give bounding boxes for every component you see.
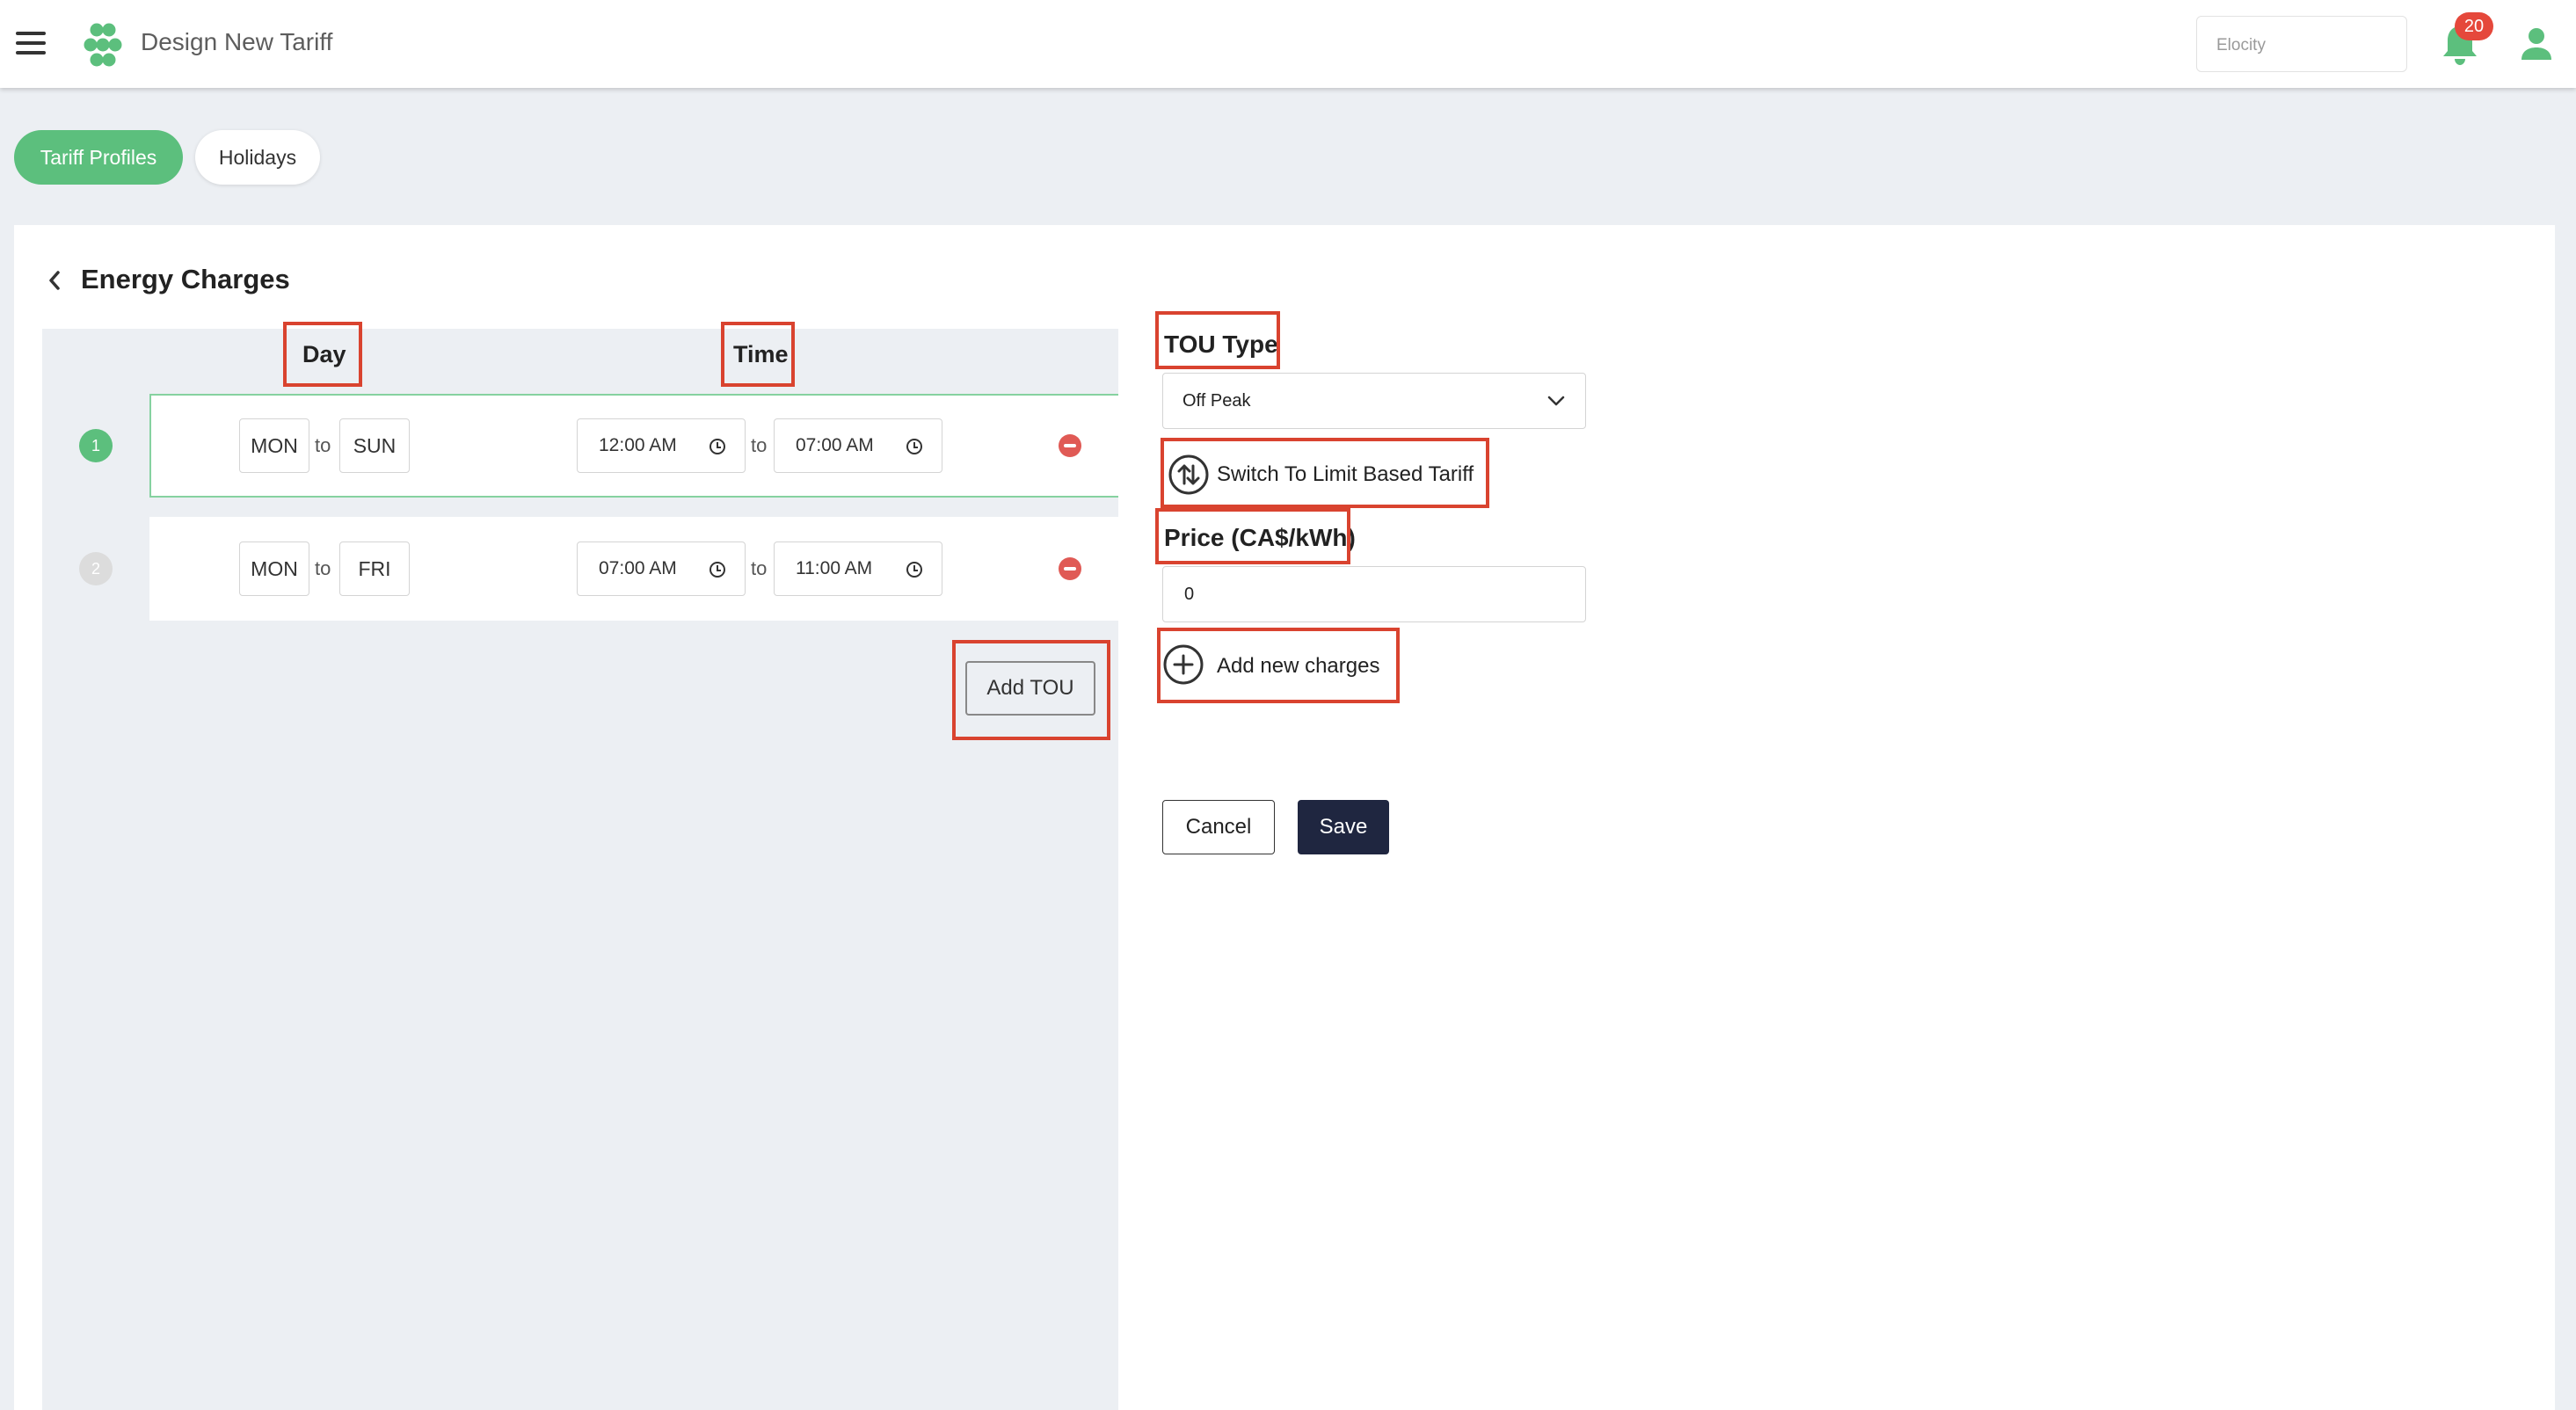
chevron-left-icon[interactable] [44,267,65,294]
row-number: 1 [79,429,113,462]
remove-icon[interactable] [1059,434,1081,457]
chevron-down-icon [1547,396,1565,406]
time-from-value: 07:00 AM [599,558,677,578]
time-to-input[interactable]: 07:00 AM [774,418,942,473]
app-logo [84,23,122,67]
highlight-box [1155,311,1280,369]
time-from-input[interactable]: 07:00 AM [577,541,746,596]
notification-badge: 20 [2455,12,2493,40]
to-label: to [751,434,768,456]
highlight-box [283,322,362,387]
highlight-box [1157,628,1400,703]
menu-icon[interactable] [16,32,46,56]
time-to-input[interactable]: 11:00 AM [774,541,942,596]
clock-icon[interactable] [709,562,725,578]
price-input[interactable]: 0 [1162,566,1586,622]
cancel-button[interactable]: Cancel [1162,800,1275,854]
to-label: to [315,557,331,579]
company-selector[interactable]: Elocity [2196,16,2407,72]
tab-tariff-profiles[interactable]: Tariff Profiles [14,130,183,185]
day-from-select[interactable]: MON [239,418,309,473]
to-label: to [751,557,768,579]
day-from-select[interactable]: MON [239,541,309,596]
tou-type-value: Off Peak [1182,391,1251,411]
clock-icon[interactable] [709,439,725,454]
day-to-select[interactable]: SUN [339,418,410,473]
clock-icon[interactable] [906,439,922,454]
tou-type-select[interactable]: Off Peak [1162,373,1586,429]
highlight-box [952,640,1110,740]
app-bar: Design New Tariff Elocity 20 [0,0,2576,88]
to-label: to [315,434,331,456]
tab-holidays[interactable]: Holidays [195,130,320,185]
app-title: Design New Tariff [141,28,333,55]
time-from-value: 12:00 AM [599,435,677,455]
day-to-select[interactable]: FRI [339,541,410,596]
time-to-value: 11:00 AM [796,558,873,578]
remove-icon[interactable] [1059,557,1081,580]
row-number: 2 [79,552,113,585]
highlight-box [1161,438,1489,508]
time-to-value: 07:00 AM [796,435,874,455]
user-icon[interactable] [2520,26,2553,62]
time-from-input[interactable]: 12:00 AM [577,418,746,473]
save-button[interactable]: Save [1298,800,1389,854]
clock-icon[interactable] [906,562,922,578]
section-title: Energy Charges [81,264,290,294]
highlight-box [721,322,795,387]
highlight-box [1155,508,1350,564]
